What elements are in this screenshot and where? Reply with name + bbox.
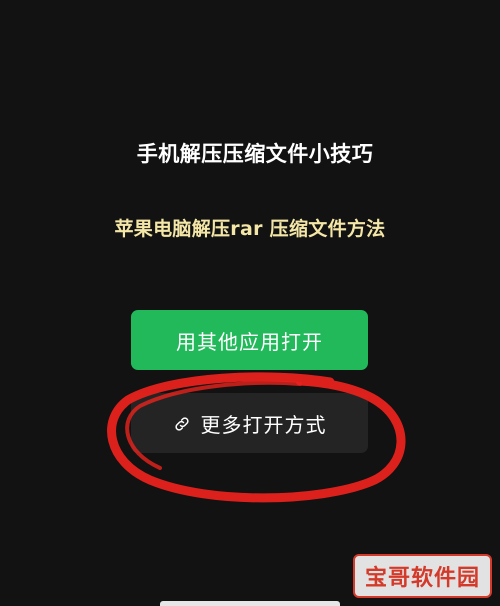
app-screen: 手机解压压缩文件小技巧 苹果电脑解压rar 压缩文件方法 用其他应用打开 更多打… bbox=[0, 0, 500, 606]
link-icon bbox=[173, 414, 191, 432]
site-watermark: 宝哥软件园 bbox=[352, 554, 492, 598]
red-annotation-circle bbox=[107, 372, 406, 503]
more-open-methods-button[interactable]: 更多打开方式 bbox=[131, 393, 368, 453]
open-with-other-app-button[interactable]: 用其他应用打开 bbox=[131, 310, 368, 370]
open-with-other-app-label: 用其他应用打开 bbox=[176, 329, 323, 354]
overlay-title: 手机解压压缩文件小技巧 bbox=[136, 142, 374, 166]
more-open-methods-label: 更多打开方式 bbox=[200, 412, 327, 437]
home-indicator bbox=[160, 601, 340, 606]
overlay-subtitle: 苹果电脑解压rar 压缩文件方法 bbox=[114, 218, 386, 240]
